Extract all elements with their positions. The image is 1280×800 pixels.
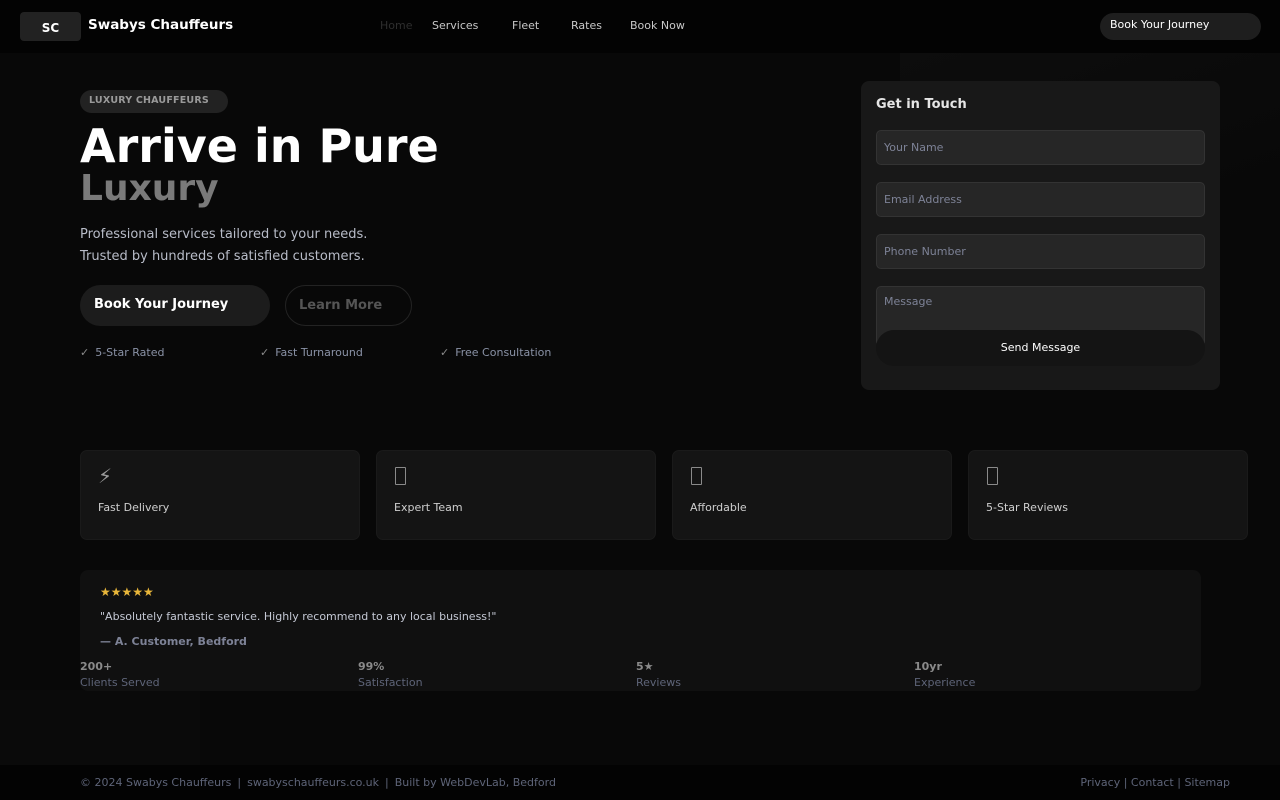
stat-item: 10yr Experience (914, 660, 975, 689)
feature-check-item: ✓ Free Consultation (440, 346, 551, 359)
feature-check-label: Free Consultation (455, 346, 552, 359)
nav-link-fleet[interactable]: Fleet (512, 19, 539, 32)
star-icon (987, 467, 998, 485)
footer-separator: | (1123, 776, 1128, 789)
learn-more-button[interactable]: Learn More (285, 285, 412, 326)
nav-link-rates[interactable]: Rates (571, 19, 602, 32)
stat-item: 5★ Reviews (636, 660, 681, 689)
feature-card: 5-Star Reviews (968, 450, 1248, 540)
top-navigation: SC Swabys Chauffeurs Home Services Fleet… (0, 0, 1280, 53)
feature-check-item: ✓ Fast Turnaround (260, 346, 363, 359)
copyright-text: © 2024 Swabys Chauffeurs (80, 776, 232, 789)
feature-card-label: Fast Delivery (98, 501, 170, 514)
feature-card: Expert Team (376, 450, 656, 540)
book-journey-button[interactable]: Book Your Journey (80, 285, 270, 326)
footer-links: Privacy | Contact | Sitemap (1080, 776, 1230, 789)
phone-input[interactable] (876, 234, 1205, 269)
email-input[interactable] (876, 182, 1205, 217)
footer-domain-link[interactable]: swabyschauffeurs.co.uk (247, 776, 379, 789)
check-icon: ✓ (260, 346, 270, 359)
feature-check-label: 5-Star Rated (95, 346, 165, 359)
check-icon: ✓ (80, 346, 90, 359)
nav-link-home[interactable]: Home (380, 19, 412, 32)
hero-badge: LUXURY CHAUFFEURS (80, 90, 228, 113)
logo[interactable]: SC (20, 12, 81, 41)
brand-name[interactable]: Swabys Chauffeurs (88, 17, 233, 33)
name-input[interactable] (876, 130, 1205, 165)
feature-card-label: Expert Team (394, 501, 463, 514)
stat-value: 99% (358, 660, 385, 673)
team-icon (395, 467, 406, 485)
footer-link-privacy[interactable]: Privacy (1080, 776, 1120, 789)
nav-link-book-now[interactable]: Book Now (630, 19, 685, 32)
price-icon (691, 467, 702, 485)
hero-description: Professional services tailored to your n… (80, 224, 480, 268)
footer-separator: | (385, 776, 389, 789)
hero-description-line: Professional services tailored to your n… (80, 227, 368, 242)
stat-item: 200+ Clients Served (80, 660, 160, 689)
footer-separator: | (1177, 776, 1181, 789)
stat-value: 10yr (914, 660, 942, 673)
footer-credit-link[interactable]: Built by WebDevLab, Bedford (395, 776, 556, 789)
feature-check-item: ✓ 5-Star Rated (80, 346, 164, 359)
feature-card: ⚡ Fast Delivery (80, 450, 360, 540)
footer-link-contact[interactable]: Contact (1131, 776, 1174, 789)
background-shape (0, 690, 200, 765)
footer-info: © 2024 Swabys Chauffeurs | swabyschauffeur… (80, 776, 556, 789)
lightning-icon: ⚡ (98, 464, 113, 488)
rating-stars: ★★★★★ (100, 585, 154, 599)
hero-description-line: Trusted by hundreds of satisfied custome… (80, 249, 365, 264)
stat-item: 99% Satisfaction (358, 660, 423, 689)
testimonial-author: — A. Customer, Bedford (100, 635, 247, 648)
check-icon: ✓ (440, 346, 450, 359)
stat-value: 200+ (80, 660, 113, 673)
feature-card-label: Affordable (690, 501, 747, 514)
contact-title: Get in Touch (876, 97, 967, 112)
footer-separator: | (237, 776, 242, 789)
testimonial-quote: "Absolutely fantastic service. Highly re… (100, 610, 497, 623)
book-journey-nav-button[interactable]: Book Your Journey (1100, 13, 1261, 40)
stat-label: Satisfaction (358, 676, 423, 689)
stat-value: 5★ (636, 660, 654, 673)
contact-form: Get in Touch Send Message (861, 81, 1220, 390)
footer-link-sitemap[interactable]: Sitemap (1184, 776, 1230, 789)
hero-title: Arrive in Pure (80, 119, 439, 173)
footer: © 2024 Swabys Chauffeurs | swabyschauffeur… (0, 765, 1280, 800)
feature-card: Affordable (672, 450, 952, 540)
stat-label: Reviews (636, 676, 681, 689)
feature-check-label: Fast Turnaround (275, 346, 363, 359)
hero-subtitle: Luxury (80, 168, 219, 209)
feature-card-label: 5-Star Reviews (986, 501, 1069, 514)
send-message-button[interactable]: Send Message (876, 330, 1205, 366)
stat-label: Experience (914, 676, 976, 689)
nav-link-services[interactable]: Services (432, 19, 478, 32)
stat-label: Clients Served (80, 676, 160, 689)
